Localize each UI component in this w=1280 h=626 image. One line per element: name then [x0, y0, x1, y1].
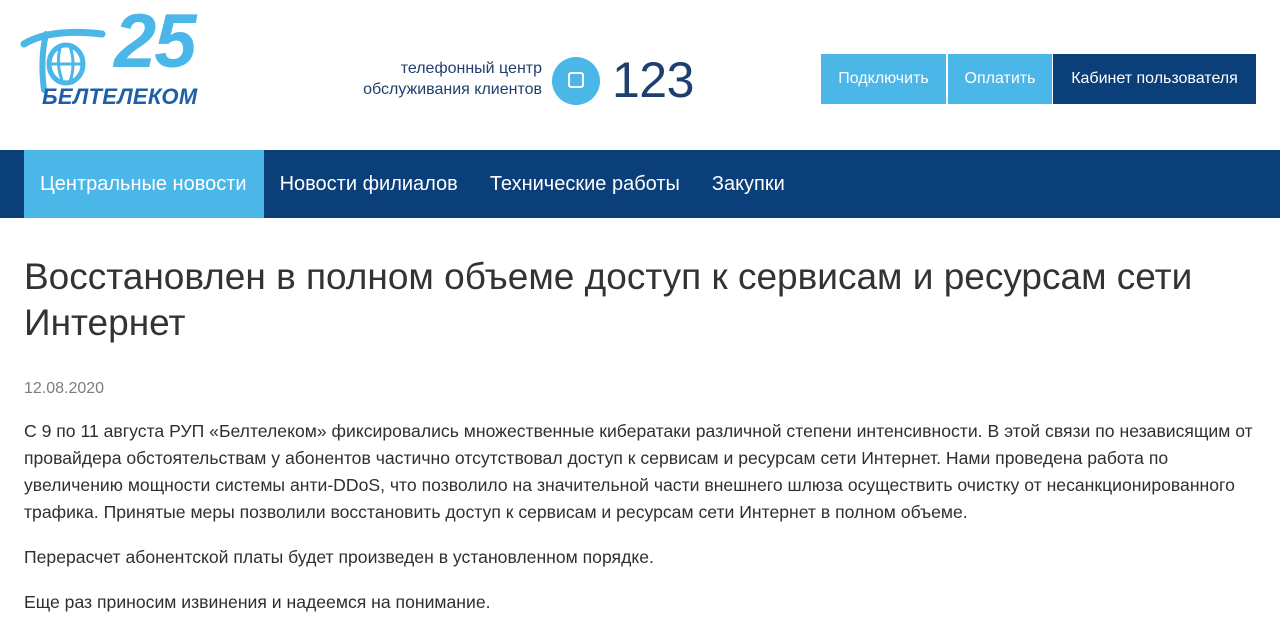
- article-paragraph: Перерасчет абонентской платы будет произ…: [24, 547, 654, 567]
- nav-item-branch-news[interactable]: Новости филиалов: [264, 150, 474, 218]
- article-title: Восстановлен в полном объеме доступ к се…: [24, 256, 1193, 343]
- phone-caption-line1: телефонный центр: [400, 60, 542, 77]
- main-nav: Центральные новости Новости филиалов Тех…: [0, 150, 1280, 218]
- nav-item-procurement[interactable]: Закупки: [696, 150, 801, 218]
- connect-button[interactable]: Подключить: [821, 54, 946, 104]
- logo-wordmark: БЕЛТЕЛЕКОМ: [42, 84, 198, 109]
- pay-button[interactable]: Оплатить: [948, 54, 1052, 104]
- phone-caption-line2: обслуживания клиентов: [363, 81, 542, 98]
- phone-square-icon: [552, 57, 600, 105]
- article-paragraph: Еще раз приносим извинения и надеемся на…: [24, 592, 491, 612]
- logo-anniversary-number: 25: [114, 0, 197, 84]
- phone-caption: телефонный центр обслуживания клиентов: [320, 58, 542, 100]
- article-date: 12.08.2020: [24, 380, 105, 397]
- article-paragraph: С 9 по 11 августа РУП «Белтелеком» фикси…: [24, 421, 1253, 522]
- site-header: 25 БЕЛТЕЛЕКОМ телефонный центр обслужива…: [0, 0, 1280, 150]
- nav-item-central-news[interactable]: Центральные новости: [24, 150, 264, 218]
- article: Восстановлен в полном объеме доступ к се…: [24, 218, 1256, 616]
- nav-item-technical-works[interactable]: Технические работы: [474, 150, 696, 218]
- user-cabinet-button[interactable]: Кабинет пользователя: [1053, 54, 1256, 104]
- beltelecom-logo[interactable]: 25 БЕЛТЕЛЕКОМ: [10, 0, 230, 109]
- phone-number[interactable]: 123: [612, 51, 694, 109]
